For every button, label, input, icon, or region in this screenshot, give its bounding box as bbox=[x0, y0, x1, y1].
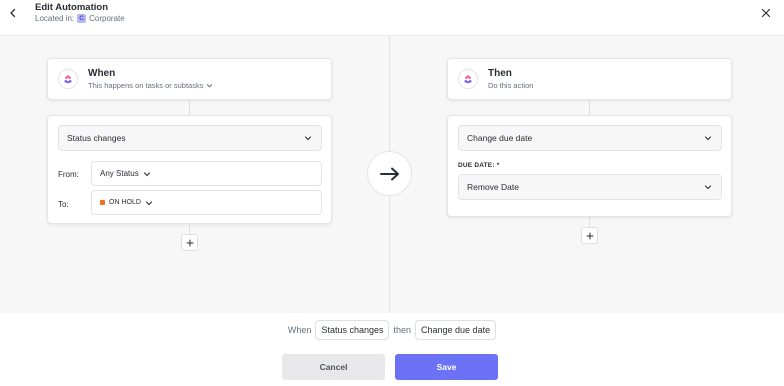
location-breadcrumb: Located in: C Corporate bbox=[35, 14, 125, 23]
chevron-down-icon bbox=[704, 136, 712, 141]
due-date-label: DUE DATE: * bbox=[458, 162, 500, 169]
chevron-down-icon bbox=[207, 84, 213, 88]
summary-trigger-chip: Status changes bbox=[315, 320, 390, 340]
trigger-type-value: Status changes bbox=[67, 133, 126, 143]
space-avatar: C bbox=[77, 14, 87, 23]
location-prefix: Located in: bbox=[35, 14, 75, 23]
to-status-select[interactable]: ON HOLD bbox=[91, 190, 322, 215]
save-button[interactable]: Save bbox=[395, 354, 498, 380]
trigger-card[interactable]: When This happens on tasks or subtasks bbox=[47, 58, 332, 100]
summary-when: When bbox=[287, 325, 312, 335]
action-add-connector bbox=[589, 217, 590, 227]
trigger-scope-dropdown[interactable]: This happens on tasks or subtasks bbox=[88, 81, 213, 90]
trigger-connector bbox=[189, 100, 190, 115]
automation-summary: When Status changes then Change due date bbox=[0, 319, 784, 341]
trigger-scope-label: This happens on tasks or subtasks bbox=[88, 81, 204, 90]
plus-icon bbox=[586, 232, 593, 239]
chevron-down-icon bbox=[143, 171, 150, 176]
back-button[interactable] bbox=[4, 4, 22, 22]
due-date-value: Remove Date bbox=[467, 182, 519, 192]
location-name[interactable]: Corporate bbox=[89, 14, 125, 23]
summary-then: then bbox=[393, 325, 412, 335]
to-status-value: ON HOLD bbox=[109, 199, 141, 206]
chevron-left-icon bbox=[10, 8, 16, 18]
chevron-down-icon bbox=[145, 200, 152, 205]
action-subtitle: Do this action bbox=[488, 81, 534, 90]
action-type-select[interactable]: Change due date bbox=[458, 125, 722, 151]
action-type-value: Change due date bbox=[467, 133, 533, 143]
trigger-config-panel: Status changes From: Any Status To: ON H… bbox=[47, 115, 332, 224]
from-status-value: Any Status bbox=[100, 169, 139, 178]
trigger-title: When bbox=[88, 68, 116, 79]
trigger-type-select[interactable]: Status changes bbox=[58, 125, 322, 151]
close-icon bbox=[761, 8, 771, 18]
clickup-logo-icon bbox=[58, 69, 78, 89]
flow-arrow bbox=[367, 151, 412, 196]
trigger-add-connector bbox=[189, 224, 190, 234]
cancel-button[interactable]: Cancel bbox=[282, 354, 385, 380]
status-color-dot bbox=[100, 200, 105, 205]
to-label: To: bbox=[58, 200, 69, 209]
action-connector bbox=[589, 100, 590, 115]
header: Edit Automation Located in: C Corporate bbox=[0, 0, 784, 36]
add-condition-button[interactable] bbox=[181, 234, 198, 251]
from-status-select[interactable]: Any Status bbox=[91, 161, 322, 186]
action-title: Then bbox=[488, 68, 512, 79]
close-button[interactable] bbox=[758, 5, 774, 21]
action-config-panel: Change due date DUE DATE: * Remove Date bbox=[447, 115, 732, 217]
action-card[interactable]: Then Do this action bbox=[447, 58, 732, 100]
clickup-logo-icon bbox=[458, 69, 478, 89]
chevron-down-icon bbox=[304, 136, 312, 141]
summary-action-chip: Change due date bbox=[415, 320, 497, 340]
plus-icon bbox=[186, 239, 193, 246]
page-title: Edit Automation bbox=[35, 2, 108, 13]
arrow-right-icon bbox=[379, 167, 399, 180]
add-action-button[interactable] bbox=[581, 227, 598, 244]
due-date-select[interactable]: Remove Date bbox=[458, 174, 722, 200]
from-label: From: bbox=[58, 170, 79, 179]
chevron-down-icon bbox=[704, 185, 712, 190]
